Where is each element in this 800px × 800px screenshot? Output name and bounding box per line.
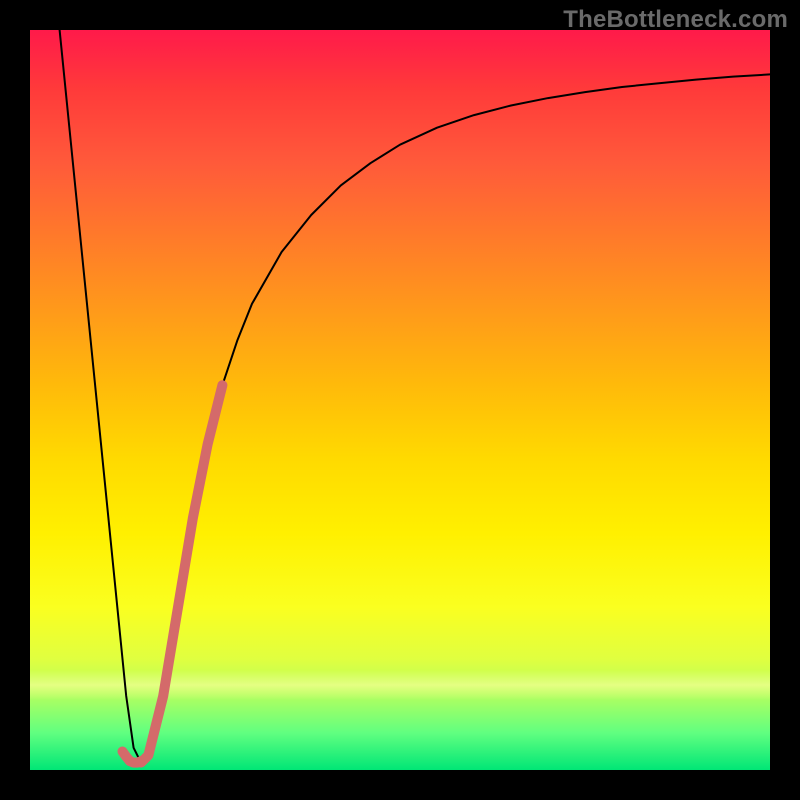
- chart-frame: TheBottleneck.com: [0, 0, 800, 800]
- plot-area: [30, 30, 770, 770]
- series-highlight-segment: [141, 385, 222, 762]
- chart-svg: [30, 30, 770, 770]
- watermark-text: TheBottleneck.com: [563, 6, 788, 34]
- series-highlight-base: [123, 752, 142, 763]
